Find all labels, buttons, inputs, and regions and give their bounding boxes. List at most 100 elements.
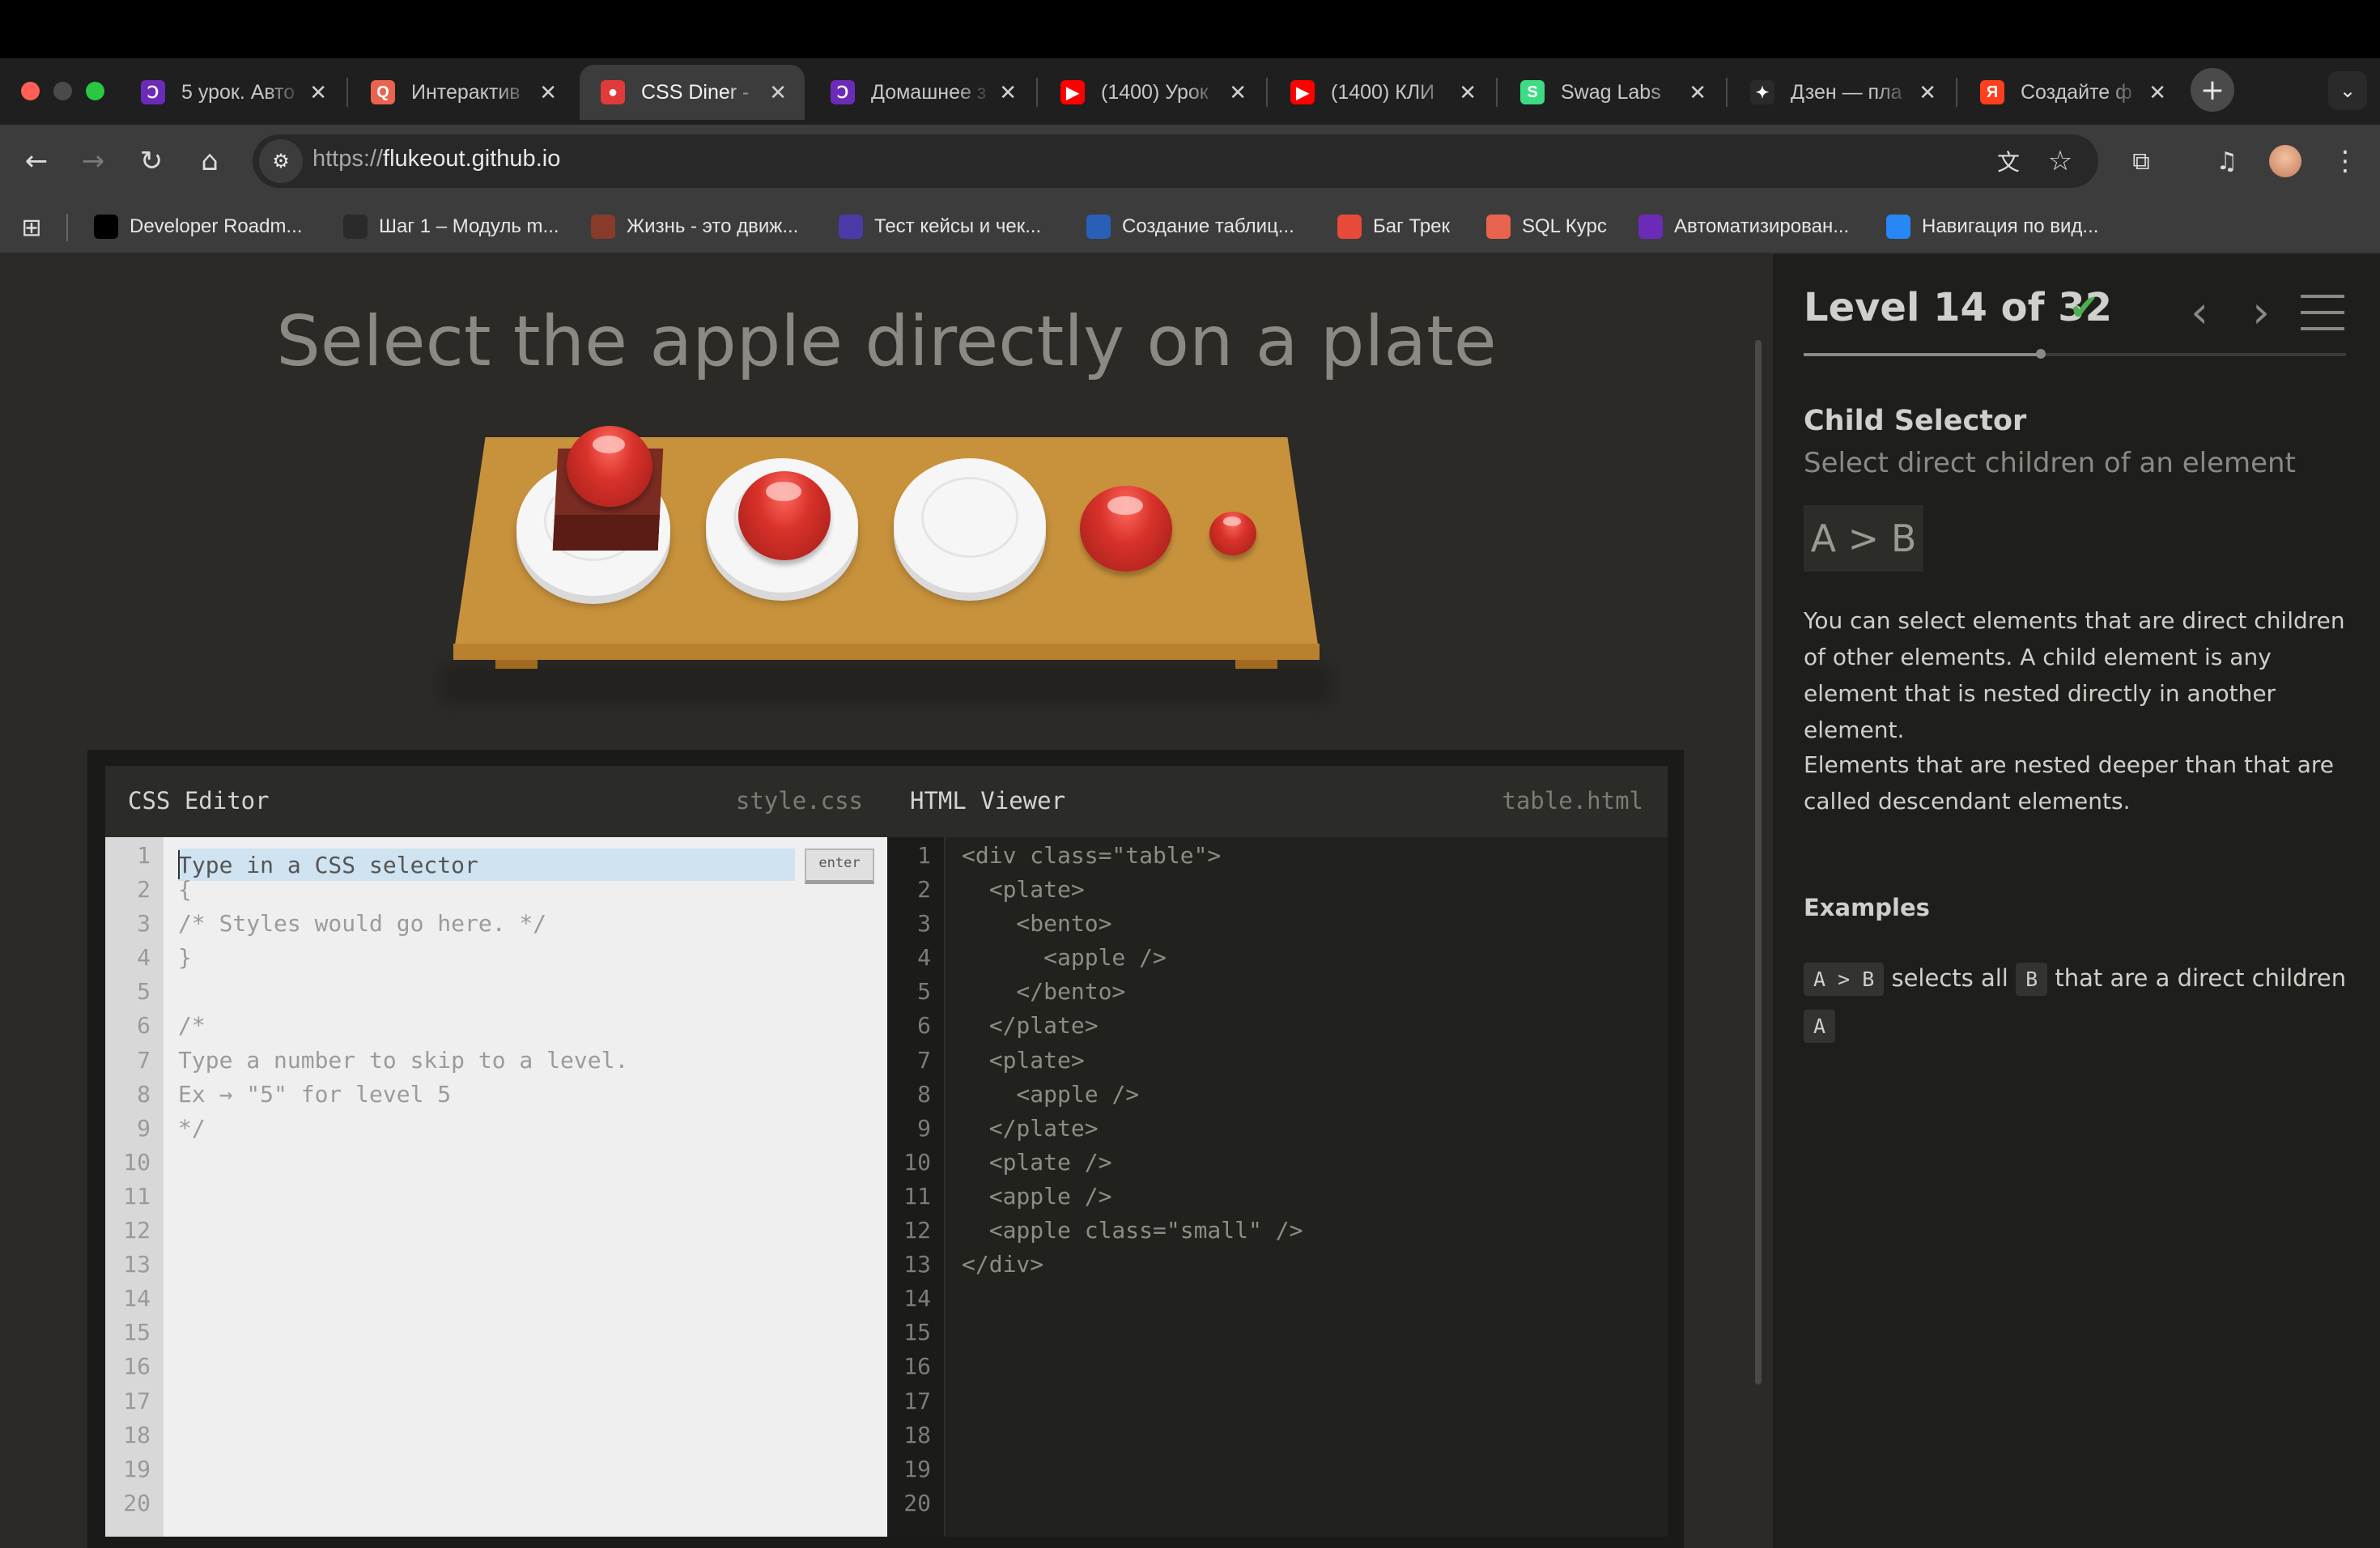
forward-button[interactable]: → (70, 138, 117, 185)
line-number: 1 (137, 842, 151, 869)
reload-button[interactable]: ↻ (128, 138, 175, 185)
bookmark-item[interactable]: SQL Курс (1486, 209, 1607, 245)
tab-search-button[interactable]: ⌄ (2328, 71, 2367, 110)
browser-tab[interactable]: ● CSS Diner - ✕ (580, 65, 805, 120)
back-button[interactable]: ← (13, 138, 60, 185)
site-info-icon[interactable]: ⚙ (259, 139, 303, 183)
bookmark-item[interactable]: Тест кейсы и чек... (839, 209, 1041, 245)
code-line: } (178, 944, 192, 972)
bookmark-label: Developer Roadm... (130, 215, 303, 237)
line-number: 11 (123, 1182, 151, 1210)
apps-grid-icon[interactable]: ⊞ (8, 204, 55, 251)
page-scrollbar[interactable] (1755, 340, 1762, 1384)
close-window-button[interactable] (21, 82, 40, 100)
bookmark-item[interactable]: Developer Roadm... (94, 209, 302, 245)
home-button[interactable]: ⌂ (186, 138, 233, 185)
selector-title: Select direct children of an element (1804, 447, 2296, 479)
line-number: 9 (137, 1114, 151, 1142)
translate-icon[interactable]: 文 (1985, 138, 2032, 185)
close-tab-icon[interactable]: ✕ (1919, 80, 1936, 105)
browser-tab[interactable]: Ↄ 5 урок. Авто ✕ (120, 65, 345, 120)
bookmark-item[interactable]: Создание таблиц... (1086, 209, 1294, 245)
close-tab-icon[interactable]: ✕ (539, 80, 557, 105)
line-number: 8 (137, 1080, 151, 1108)
close-tab-icon[interactable]: ✕ (769, 80, 787, 105)
example-code-b: B (2016, 963, 2048, 996)
html-file-name: table.html (1502, 787, 1643, 814)
apple-small[interactable] (1209, 512, 1256, 555)
browser-tab[interactable]: ✦ Дзен — пла ✕ (1729, 65, 1954, 120)
line-number: 19 (903, 1455, 931, 1482)
browser-tab[interactable]: ▶ (1400) КЛИ ✕ (1269, 65, 1494, 120)
code-line: <apple class="small" /> (962, 1217, 1303, 1244)
close-tab-icon[interactable]: ✕ (1689, 80, 1706, 105)
example-1: A > B selects all B that are a direct ch… (1804, 955, 2362, 1049)
tab-separator (1036, 78, 1038, 107)
browser-tab[interactable]: Я Создайте ф ✕ (1959, 65, 2184, 120)
html-viewer: 1 2 3 4 5 6 7 8 9 10 11 12 13 14 15 16 17 18 19 20 <div cla… (887, 837, 1668, 1537)
line-number: 7 (917, 1046, 931, 1074)
css-editor-label: CSS Editor (128, 787, 270, 814)
browser-tab[interactable]: S Swag Labs ✕ (1499, 65, 1724, 120)
code-line: <apple /> (962, 1080, 1140, 1108)
line-number: 17 (903, 1387, 931, 1414)
code-line: /* (178, 1012, 206, 1040)
close-tab-icon[interactable]: ✕ (309, 80, 327, 105)
level-indicator[interactable]: Level 14 of 32 (1804, 285, 2112, 330)
browser-tab[interactable]: ▶ (1400) Урок ✕ (1039, 65, 1264, 120)
selector-name: Child Selector (1804, 405, 2027, 437)
bookmark-item[interactable]: Баг Трек (1337, 209, 1450, 245)
bookmark-item[interactable]: Шаг 1 – Модуль m... (343, 209, 559, 245)
extensions-icon[interactable]: ⧉ (2118, 138, 2165, 185)
bookmark-icon (1486, 215, 1511, 239)
css-code: {/* Styles would go here. */} /* Type a nu… (178, 871, 628, 1146)
zoom-window-button[interactable] (86, 82, 104, 100)
level-progress-fill (1804, 353, 2042, 356)
browser-tab[interactable]: Q Интерактив ✕ (350, 65, 575, 120)
minimize-window-button[interactable] (53, 82, 72, 100)
bookmark-label: Создание таблиц... (1122, 215, 1294, 237)
code-line: Type a number to skip to a level. (178, 1046, 629, 1074)
bookmark-item[interactable]: Навигация по вид... (1886, 209, 2098, 245)
line-number: 18 (903, 1421, 931, 1448)
tab-separator (346, 78, 348, 107)
apple-on-plate[interactable] (738, 471, 831, 560)
bookmark-star-icon[interactable]: ☆ (2037, 138, 2084, 185)
line-number: 5 (137, 978, 151, 1006)
close-tab-icon[interactable]: ✕ (1229, 80, 1247, 105)
bookmarks-divider (66, 214, 68, 241)
level-menu-icon[interactable] (2301, 295, 2344, 330)
browser-tab[interactable]: Ↄ Домашнее з ✕ (810, 65, 1035, 120)
bookmark-item[interactable]: Жизнь - это движ... (591, 209, 798, 245)
profile-avatar[interactable] (2262, 138, 2309, 185)
bookmark-icon (1886, 215, 1910, 239)
apple-on-table[interactable] (1080, 486, 1172, 572)
close-tab-icon[interactable]: ✕ (2148, 80, 2166, 105)
enter-button[interactable]: enter (805, 848, 874, 884)
tab-separator (1956, 78, 1957, 107)
browser-menu-icon[interactable]: ⋮ (2322, 138, 2369, 185)
bookmark-icon (839, 215, 863, 239)
line-number: 6 (917, 1012, 931, 1040)
selector-syntax: A > B (1804, 505, 1923, 572)
code-line: { (178, 876, 192, 904)
new-tab-button[interactable]: + (2191, 68, 2234, 112)
apple-in-bento[interactable] (567, 426, 652, 507)
line-number: 2 (917, 876, 931, 904)
line-number: 18 (123, 1421, 151, 1448)
ya-icon: Я (1980, 80, 2004, 104)
code-line: <apple /> (962, 944, 1167, 972)
plate-3[interactable] (894, 458, 1046, 593)
bookmark-label: Шаг 1 – Модуль m... (379, 215, 559, 237)
bookmark-icon (343, 215, 368, 239)
previous-level-button[interactable]: ‹ (2178, 285, 2221, 338)
close-tab-icon[interactable]: ✕ (1459, 80, 1477, 105)
next-level-button[interactable]: › (2239, 285, 2283, 338)
html-code: <div class="table"> <plate> <bento> <app… (962, 837, 1303, 1282)
url-text[interactable]: https://flukeout.github.io (312, 146, 560, 172)
line-number: 17 (123, 1387, 151, 1414)
close-tab-icon[interactable]: ✕ (999, 80, 1017, 105)
media-controls-icon[interactable]: ♫ (2204, 138, 2250, 185)
code-line: */ (178, 1114, 206, 1142)
bookmark-item[interactable]: Автоматизирован... (1638, 209, 1849, 245)
